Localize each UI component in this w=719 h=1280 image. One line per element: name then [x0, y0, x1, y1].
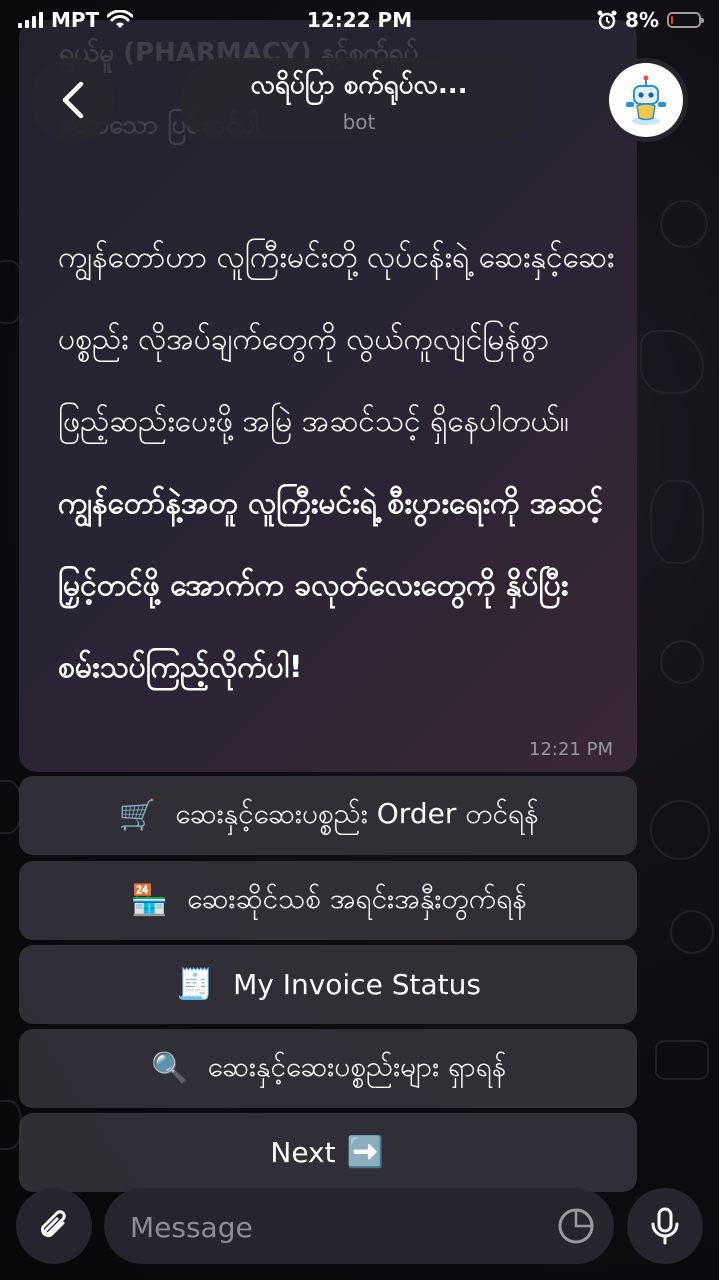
button-label: ဆေးနှင့်ဆေးပစ္စည်းများ ရှာရန်	[207, 1049, 507, 1083]
voice-record-button[interactable]	[627, 1188, 703, 1264]
message-text-normal: ကျွန်တော်ဟာ လူကြီးမင်းတို့ လုပ်ငန်းရဲ့ ဆ…	[58, 240, 615, 439]
message-text: ကျွန်တော်ဟာ လူကြီးမင်းတို့ လုပ်ငန်းရဲ့ ဆ…	[58, 217, 638, 709]
wifi-icon	[107, 10, 134, 28]
invoice-status-button[interactable]: 🧾 My Invoice Status	[19, 945, 637, 1024]
message-text-bold: ကျွန်တော်နဲ့အတူ လူကြီးမင်းရဲ့ စီးပွားရေး…	[58, 486, 604, 685]
cellular-signal-icon	[18, 12, 43, 28]
paperclip-icon	[40, 1210, 66, 1238]
back-button[interactable]	[31, 58, 115, 142]
robot-icon	[626, 75, 666, 125]
battery-icon	[667, 12, 704, 28]
chat-screen: ရွယ်မှု (PHARMACY) နှင့်စက်ရုပ် တောသော ပ…	[0, 0, 719, 1280]
chevron-left-icon	[62, 81, 84, 119]
search-medicine-button[interactable]: 🔍 ဆေးနှင့်ဆေးပစ္စည်းများ ရှာရန်	[19, 1029, 637, 1108]
receipt-icon: 🧾	[176, 967, 214, 1002]
message-input-container[interactable]	[104, 1188, 614, 1266]
new-pharmacy-capital-button[interactable]: 🏪 ဆေးဆိုင်သစ် အရင်းအနှီးတွက်ရန်	[19, 861, 637, 940]
battery-level-fill	[671, 16, 673, 24]
alarm-icon	[597, 10, 617, 30]
battery-percentage: 8%	[625, 8, 659, 32]
bot-avatar[interactable]	[604, 58, 688, 142]
chat-title: လရိပ်ပြာ စက်ရုပ်လ...	[250, 69, 468, 100]
button-label: ဆေးဆိုင်သစ် အရင်းအနှီးတွက်ရန်	[187, 881, 527, 915]
message-input[interactable]	[128, 1188, 548, 1266]
sticker-icon[interactable]	[556, 1206, 596, 1246]
order-medicine-button[interactable]: 🛒 ဆေးနှင့်ဆေးပစ္စည်း Order တင်ရန်	[19, 776, 637, 855]
button-label: ဆေးနှင့်ဆေးပစ္စည်း Order တင်ရန်	[175, 796, 539, 830]
carrier-name: MPT	[51, 8, 100, 32]
shopping-cart-icon: 🛒	[118, 798, 157, 833]
message-timestamp: 12:21 PM	[529, 739, 613, 760]
next-button[interactable]: Next ➡️	[19, 1113, 637, 1192]
microphone-icon	[651, 1207, 679, 1245]
chat-subtitle: bot	[342, 109, 376, 134]
chat-header[interactable]: လရိပ်ပြာ စက်ရုပ်လ... bot	[180, 58, 538, 142]
status-bar: MPT 12:22 PM 8%	[0, 0, 719, 40]
store-24-icon: 🏪	[130, 883, 168, 918]
magnifier-icon: 🔍	[151, 1051, 189, 1086]
right-arrow-icon: ➡️	[346, 1135, 385, 1170]
attach-button[interactable]	[16, 1188, 92, 1264]
button-label: Next	[270, 1136, 336, 1169]
button-label: My Invoice Status	[233, 968, 481, 1001]
status-time: 12:22 PM	[306, 8, 413, 32]
